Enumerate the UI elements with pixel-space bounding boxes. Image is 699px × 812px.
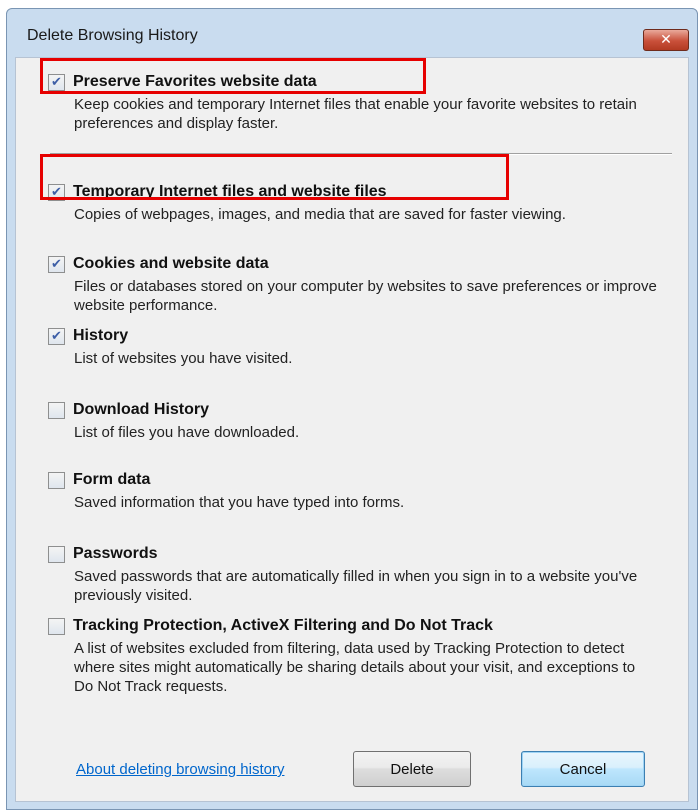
cancel-button[interactable]: Cancel (521, 751, 645, 787)
close-icon: ✕ (660, 32, 672, 48)
option-description: A list of websites excluded from filteri… (74, 640, 636, 695)
option-passwords: Passwords Saved passwords that are autom… (48, 542, 658, 605)
option-label: Download History (73, 401, 210, 418)
option-label: Cookies and website data (73, 255, 269, 272)
option-description: Copies of webpages, images, and media th… (74, 206, 566, 223)
form-data-checkbox[interactable] (48, 471, 65, 489)
option-history: ✔ History List of websites you have visi… (48, 324, 658, 368)
option-label: Tracking Protection, ActiveX Filtering a… (73, 617, 493, 634)
close-button[interactable]: ✕ (643, 29, 689, 51)
option-cookies: ✔ Cookies and website data Files or data… (48, 252, 658, 315)
option-form-data: Form data Saved information that you hav… (48, 468, 658, 512)
option-label: History (73, 327, 129, 344)
history-checkbox[interactable]: ✔ (48, 327, 65, 345)
dialog-title: Delete Browsing History (27, 27, 198, 44)
option-download-history: Download History List of files you have … (48, 398, 658, 442)
download-history-checkbox[interactable] (48, 401, 65, 419)
highlight-box-preserve-favorites (40, 58, 426, 94)
title-bar[interactable]: Delete Browsing History ✕ (7, 9, 697, 59)
option-description: List of websites you have visited. (74, 350, 293, 367)
passwords-checkbox[interactable] (48, 545, 65, 563)
about-deleting-history-link[interactable]: About deleting browsing history (76, 761, 284, 778)
checkmark-icon: ✔ (51, 256, 62, 272)
option-description: Files or databases stored on your comput… (74, 278, 657, 314)
delete-button[interactable]: Delete (353, 751, 471, 787)
cookies-checkbox[interactable]: ✔ (48, 255, 65, 273)
option-description: Keep cookies and temporary Internet file… (74, 96, 637, 132)
option-description: Saved passwords that are automatically f… (74, 568, 638, 604)
option-label: Passwords (73, 545, 158, 562)
delete-browsing-history-dialog: Delete Browsing History ✕ ✔ Preserve Fav… (6, 8, 698, 810)
highlight-box-temporary-files (40, 154, 509, 200)
option-label: Form data (73, 471, 151, 488)
option-description: List of files you have downloaded. (74, 424, 300, 441)
option-description: Saved information that you have typed in… (74, 494, 405, 511)
option-tracking-protection: Tracking Protection, ActiveX Filtering a… (48, 614, 658, 696)
checkmark-icon: ✔ (51, 328, 62, 344)
tracking-protection-checkbox[interactable] (48, 617, 65, 635)
